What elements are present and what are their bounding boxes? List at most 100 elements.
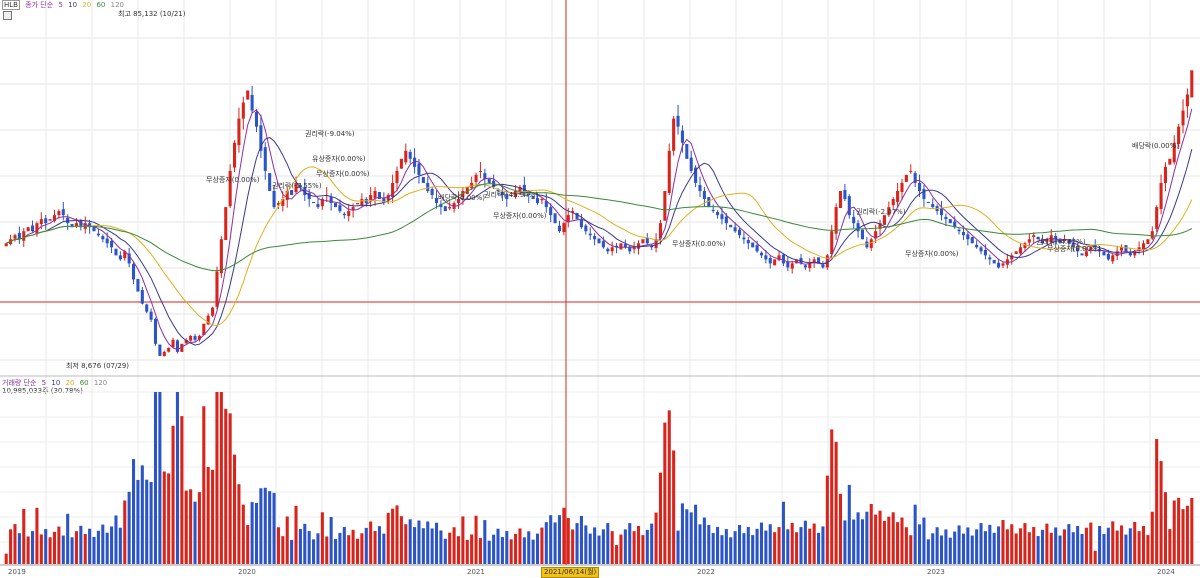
stock-chart[interactable]: 2019 2020 2021 2022 2023 2024 최고 85,132 (10/2… — [0, 0, 1200, 577]
volume-bar — [615, 545, 619, 564]
candle-body — [241, 102, 245, 119]
volume-bar — [1010, 524, 1014, 564]
candle-body — [843, 189, 847, 200]
candle-body — [1014, 251, 1018, 254]
volume-bar — [180, 416, 184, 564]
volume-bar — [355, 538, 360, 564]
volume-bar — [817, 532, 821, 564]
volume-bar — [926, 539, 930, 564]
volume-bar — [931, 533, 935, 564]
volume-bar — [237, 484, 241, 564]
candle-body — [96, 233, 100, 236]
candle-body — [1120, 247, 1124, 251]
volume-bar — [1027, 532, 1031, 564]
candle-body — [711, 209, 715, 212]
volume-bar — [1062, 529, 1066, 564]
volume-bar — [1067, 524, 1071, 564]
candle-body — [593, 236, 597, 240]
candle-body — [1027, 239, 1031, 243]
volume-bar — [773, 532, 777, 564]
volume-bar — [1054, 527, 1058, 564]
candle-body — [39, 219, 43, 225]
volume-bar — [733, 531, 737, 564]
volume-bar — [975, 529, 979, 564]
candle-body — [619, 243, 623, 250]
volume-bar — [535, 533, 540, 564]
volume-bar — [553, 522, 557, 564]
volume-bar — [1102, 534, 1106, 564]
candle-body — [606, 248, 610, 252]
volume-bar — [1137, 531, 1141, 564]
candle-body — [970, 236, 974, 244]
volume-bar — [1023, 523, 1027, 564]
candle-body — [759, 252, 764, 256]
candle-body — [483, 173, 487, 179]
volume-bar — [1045, 523, 1049, 564]
volume-bar — [1111, 521, 1115, 564]
candle-body — [355, 203, 360, 205]
volume-bar — [737, 525, 742, 564]
volume-bar — [1098, 525, 1102, 564]
volume-bar — [96, 530, 100, 564]
candle-body — [944, 216, 948, 220]
candle-body — [922, 188, 926, 200]
volume-bar — [434, 522, 439, 564]
event-annotation: 권리락(-2.55%) — [272, 181, 322, 190]
volume-bar — [803, 520, 807, 564]
candle-body — [900, 182, 904, 193]
candle-body — [803, 265, 807, 268]
candle-body — [1146, 239, 1150, 245]
volume-bar — [1106, 527, 1110, 564]
candle-body — [979, 247, 983, 252]
candle-body — [31, 225, 35, 232]
volume-bar — [957, 525, 961, 564]
volume-bar — [167, 473, 171, 564]
volume-bar — [285, 516, 289, 564]
volume-bar — [865, 511, 869, 564]
volume-bar — [812, 523, 816, 564]
volume-bar — [904, 527, 908, 564]
volume-bar — [413, 527, 417, 564]
candle-body — [145, 304, 149, 312]
volume-bar — [838, 493, 843, 564]
candle-body — [175, 340, 179, 352]
candle-body — [254, 111, 259, 127]
candle-body — [702, 191, 706, 200]
candle-body — [610, 247, 614, 252]
volume-bar — [153, 392, 158, 564]
volume-bar — [487, 540, 491, 564]
volume-bar — [470, 534, 474, 564]
candle-body — [961, 232, 966, 236]
volume-bar — [702, 517, 706, 564]
volume-bar — [882, 520, 886, 564]
x-tick-label: 2019 — [8, 568, 26, 576]
volume-bar — [281, 536, 285, 564]
candle-body — [250, 94, 254, 111]
volume-bar — [913, 504, 917, 564]
volume-bar — [197, 492, 201, 564]
volume-bar — [452, 527, 456, 564]
candle-body — [360, 199, 364, 205]
volume-bar — [1159, 461, 1163, 564]
volume-bar — [667, 410, 671, 564]
candle-body — [246, 90, 250, 100]
volume-bar — [641, 535, 645, 564]
candle-body — [118, 255, 122, 260]
candle-body — [1185, 94, 1189, 107]
candle-body — [764, 255, 768, 260]
candle-body — [852, 216, 856, 224]
volume-bar — [1146, 535, 1150, 564]
volume-bar — [632, 531, 636, 564]
volume-bar — [1019, 528, 1023, 564]
volume-bar — [158, 392, 162, 564]
candle-body — [219, 239, 223, 274]
candle-body — [939, 208, 944, 216]
volume-bar — [189, 489, 193, 564]
volume-bar — [834, 441, 838, 564]
volume-bar — [127, 491, 131, 564]
candle-body — [755, 245, 759, 252]
volume-bar — [531, 539, 535, 564]
volume-bar — [417, 520, 421, 564]
candle-body — [215, 271, 219, 307]
volume-bar — [342, 526, 346, 564]
